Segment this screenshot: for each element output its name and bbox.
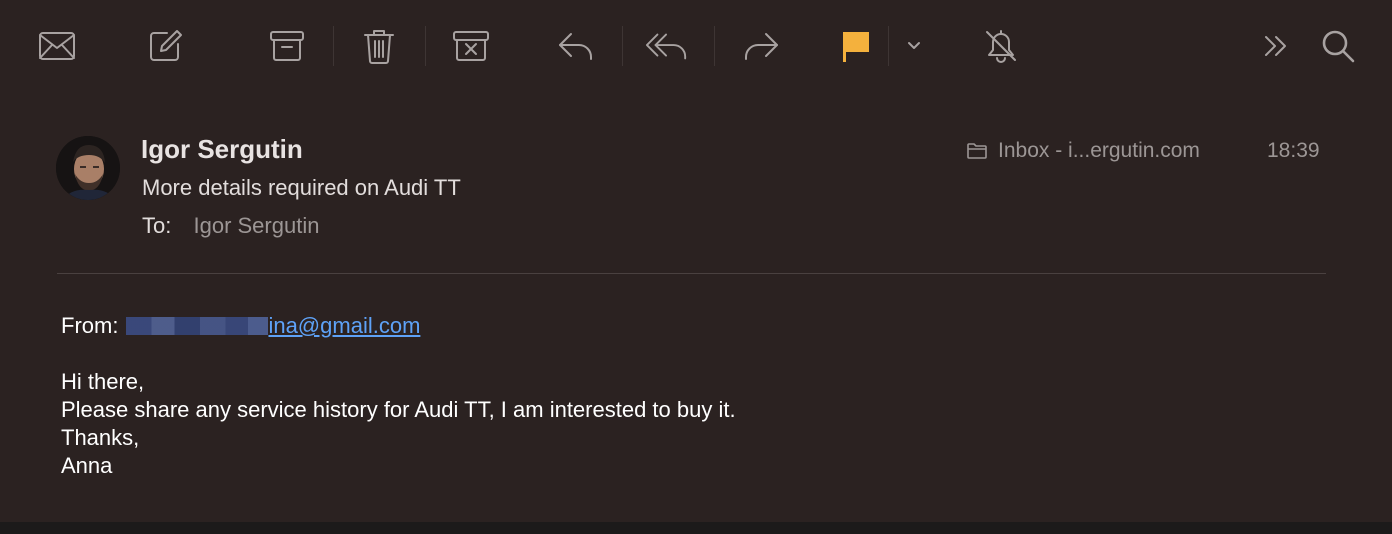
- reply-all-button[interactable]: [645, 24, 689, 68]
- body-from-line: From: ina@gmail.com: [61, 312, 736, 340]
- get-mail-button[interactable]: [35, 24, 79, 68]
- to-label: To:: [142, 213, 172, 238]
- archive-button[interactable]: [265, 24, 309, 68]
- archive-icon: [270, 31, 304, 61]
- flag-button[interactable]: [834, 24, 878, 68]
- bell-slash-icon: [986, 30, 1016, 63]
- redacted-email-prefix: [126, 317, 269, 335]
- message-body: From: ina@gmail.com Hi there, Please sha…: [61, 312, 736, 480]
- body-line: Hi there,: [61, 369, 145, 394]
- double-chevron-right-icon: [1265, 36, 1286, 56]
- toolbar-separator: [333, 26, 334, 66]
- trash-icon: [364, 30, 394, 64]
- avatar: [56, 136, 120, 200]
- junk-button[interactable]: [449, 24, 493, 68]
- reply-all-icon: [645, 33, 687, 60]
- toolbar-separator: [714, 26, 715, 66]
- flag-icon: [843, 32, 869, 62]
- header-divider: [57, 273, 1326, 274]
- chevron-down-icon: [908, 42, 920, 49]
- delete-button[interactable]: [357, 24, 401, 68]
- mailbox-label: Inbox - i...ergutin.com: [998, 139, 1200, 162]
- folder-icon: [967, 143, 987, 159]
- more-button[interactable]: [1254, 24, 1298, 68]
- recipient-name[interactable]: Igor Sergutin: [193, 213, 319, 238]
- compose-icon: [150, 30, 182, 61]
- sender-email-link[interactable]: ina@gmail.com: [268, 312, 420, 340]
- forward-button[interactable]: [739, 24, 783, 68]
- envelope-icon: [39, 32, 75, 60]
- from-label: From:: [61, 313, 119, 338]
- toolbar: [0, 0, 1392, 92]
- body-text: Hi there, Please share any service histo…: [61, 368, 736, 480]
- reply-button[interactable]: [554, 24, 598, 68]
- toolbar-separator: [425, 26, 426, 66]
- compose-button[interactable]: [143, 24, 187, 68]
- mute-button[interactable]: [979, 24, 1023, 68]
- body-line: Thanks,: [61, 425, 140, 450]
- mail-window: Igor Sergutin More details required on A…: [0, 0, 1392, 522]
- body-line: Anna: [61, 453, 113, 478]
- mailbox-indicator: Inbox - i...ergutin.com: [966, 139, 1200, 163]
- body-line: Please share any service history for Aud…: [61, 397, 736, 422]
- message-time: 18:39: [1267, 139, 1320, 162]
- reply-icon: [559, 33, 592, 60]
- forward-icon: [745, 33, 778, 60]
- search-icon: [1322, 30, 1355, 63]
- toolbar-separator: [622, 26, 623, 66]
- message-subject: More details required on Audi TT: [142, 175, 461, 200]
- flag-menu-button[interactable]: [892, 24, 936, 68]
- sender-name[interactable]: Igor Sergutin: [141, 134, 303, 165]
- junk-icon: [453, 31, 489, 61]
- search-button[interactable]: [1316, 24, 1360, 68]
- toolbar-separator: [888, 26, 889, 66]
- recipient-row: To: Igor Sergutin: [142, 213, 319, 239]
- window-bottom-edge: [0, 522, 1392, 534]
